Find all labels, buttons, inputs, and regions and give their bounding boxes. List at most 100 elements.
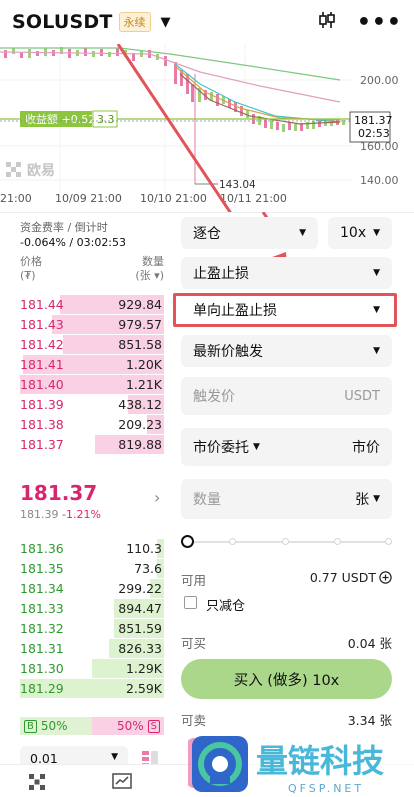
chevron-down-icon: ▼ [373, 346, 380, 356]
slider-tick[interactable] [282, 538, 289, 545]
watermark-subtext: QFSP.NET [288, 782, 364, 795]
buy-sell-ratio: B 50% 50% S [20, 717, 164, 735]
ma-pink-line [0, 51, 341, 103]
ask-price: 181.40 [20, 377, 64, 392]
trigger-type-select[interactable]: 最新价触发 ▼ [181, 335, 392, 367]
reduce-only-checkbox[interactable] [184, 596, 197, 609]
ask-row[interactable]: 181.37 819.88 [20, 435, 164, 455]
ask-price: 181.42 [20, 337, 64, 352]
ask-row[interactable]: 181.44 929.84 [20, 295, 164, 315]
bid-qty: 73.6 [134, 561, 162, 576]
chevron-down-icon: ▼ [253, 442, 260, 452]
chevron-right-icon[interactable]: › [154, 488, 160, 507]
leverage-select[interactable]: 10x ▼ [328, 217, 392, 249]
pnl-label: 收益额 +0.52 [25, 112, 95, 126]
ask-price: 181.38 [20, 417, 64, 432]
date-tick-label: 21:00 [0, 192, 32, 205]
ask-row[interactable]: 181.39 438.12 [20, 395, 164, 415]
buy-ratio: 50% [40, 719, 68, 733]
slider-track[interactable] [187, 541, 392, 543]
price-chart[interactable]: 收益额 +0.52 3.3 200.00 181.37 02:53 160.00… [0, 44, 414, 212]
ask-price: 181.39 [20, 397, 64, 412]
pair-dropdown-icon[interactable]: ▼ [161, 15, 171, 30]
can-buy-value: 0.04 张 [347, 636, 392, 651]
date-tick-label: 10/11 21:00 [220, 192, 287, 205]
can-sell-label: 可卖 [181, 713, 207, 728]
chart-tab-icon[interactable] [112, 773, 132, 791]
bid-row[interactable]: 181.29 2.59K [20, 679, 164, 699]
ask-qty: 438.12 [118, 397, 162, 412]
margin-mode-select[interactable]: 逐仓 ▼ [181, 217, 318, 249]
ask-row[interactable]: 181.38 209.23 [20, 415, 164, 435]
bid-row[interactable]: 181.30 1.29K [20, 659, 164, 679]
quantity-unit[interactable]: 张 [355, 489, 369, 509]
more-icon[interactable]: ••• [357, 10, 402, 35]
bid-row[interactable]: 181.34 299.22 [20, 579, 164, 599]
margin-mode-value: 逐仓 [193, 226, 221, 242]
ask-row[interactable]: 181.40 1.21K [20, 375, 164, 395]
transfer-plus-icon[interactable] [379, 571, 392, 584]
bid-row[interactable]: 181.31 826.33 [20, 639, 164, 659]
qty-column-label: 数量 [142, 255, 164, 268]
bid-price: 181.36 [20, 541, 64, 556]
buy-long-button[interactable]: 买入 (做多) 10x [181, 659, 392, 699]
ask-row[interactable]: 181.41 1.20K [20, 355, 164, 375]
can-buy-label: 可买 [181, 636, 207, 651]
bid-qty: 2.59K [125, 681, 162, 696]
mark-price: 181.39 [20, 508, 59, 521]
bid-row[interactable]: 181.32 851.59 [20, 619, 164, 639]
slider-knob[interactable] [181, 535, 194, 548]
bid-row[interactable]: 181.35 73.6 [20, 559, 164, 579]
last-price[interactable]: 181.37 [20, 481, 97, 505]
reduce-only-label[interactable]: 只减仓 [206, 595, 245, 614]
funding-value: -0.064% / 03:02:53 [20, 236, 127, 249]
mark-price-row: 181.39 -1.21% [20, 508, 101, 521]
watermark-text: 量链科技 [256, 742, 384, 780]
ask-price: 181.37 [20, 437, 64, 452]
ask-row[interactable]: 181.43 979.57 [20, 315, 164, 335]
slider-tick[interactable] [334, 538, 341, 545]
candlestick-icon[interactable] [317, 10, 337, 34]
price-change: -1.21% [62, 508, 101, 521]
exec-type-value[interactable]: 市价委托 [193, 437, 249, 457]
bid-row[interactable]: 181.33 894.47 [20, 599, 164, 619]
quantity-slider[interactable] [181, 535, 392, 548]
okx-logo-icon[interactable] [28, 773, 46, 791]
exec-type-row[interactable]: 市价委托 ▼ 市价 [181, 428, 392, 466]
funding-rate[interactable]: 资金费率 / 倒计时 -0.064% / 03:02:53 [20, 220, 126, 250]
can-buy-row: 可买 0.04 张 [181, 633, 392, 652]
chevron-down-icon: ▼ [299, 228, 306, 238]
ask-row[interactable]: 181.42 851.58 [20, 335, 164, 355]
trigger-price-placeholder: 触发价 [193, 389, 235, 405]
available-label: 可用 [181, 573, 207, 588]
price-tick-label: 200.00 [360, 74, 399, 87]
watermark-logo: 量链科技 QFSP.NET [188, 730, 414, 797]
slider-tick[interactable] [385, 538, 392, 545]
sell-ratio: 50% [116, 719, 144, 733]
trigger-price-input[interactable]: 触发价 USDT [181, 377, 392, 415]
can-sell-row: 可卖 3.34 张 [181, 710, 392, 729]
available-row: 可用 0.77 USDT [181, 570, 392, 589]
exec-price-value: 市价 [352, 440, 380, 456]
header: SOLUSDT 永续 ▼ ••• [0, 0, 414, 44]
order-type-select[interactable]: 止盈止损 ▼ [181, 257, 392, 289]
bid-qty: 299.22 [118, 581, 162, 596]
qty-unit-selector[interactable]: (张 ▾) [135, 269, 164, 283]
ask-qty: 929.84 [118, 297, 162, 312]
quantity-input[interactable]: 数量 张 ▼ [181, 479, 392, 519]
date-tick-label: 10/09 21:00 [55, 192, 122, 205]
ask-qty: 209.23 [118, 417, 162, 432]
slider-tick[interactable] [229, 538, 236, 545]
available-value: 0.77 USDT [309, 570, 376, 585]
can-sell-value: 3.34 张 [347, 713, 392, 728]
pair-title[interactable]: SOLUSDT [12, 11, 113, 33]
orderbook-header: 价格 (₮) 数量 (张 ▾) [20, 255, 164, 283]
date-tick-label: 10/10 21:00 [140, 192, 207, 205]
bid-row[interactable]: 181.36 110.3 [20, 539, 164, 559]
funding-label: 资金费率 / 倒计时 [20, 221, 108, 234]
chevron-down-icon: ▼ [373, 268, 380, 278]
sell-box: S [147, 719, 160, 733]
watermark-logo-icon [192, 736, 248, 792]
ask-qty: 851.58 [118, 337, 162, 352]
okx-logo-icon [6, 162, 21, 177]
